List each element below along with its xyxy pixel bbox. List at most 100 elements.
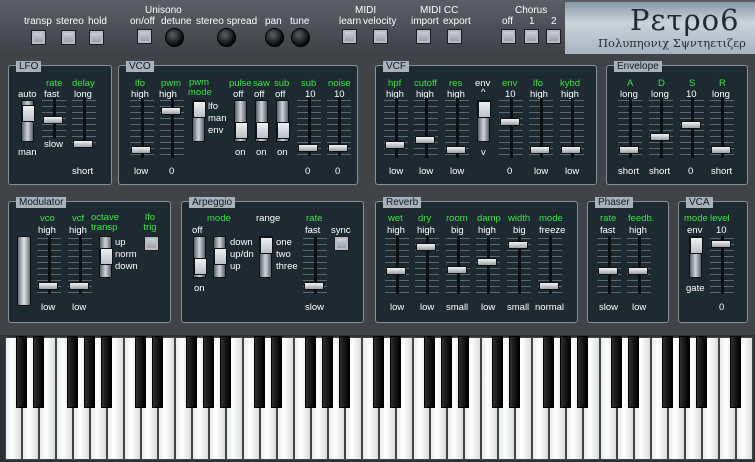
arp-slow-label: slow <box>305 302 325 313</box>
vco-pwm-slider[interactable] <box>161 107 181 115</box>
mod-vcf-slider[interactable] <box>69 281 89 290</box>
octave-down-label: down <box>115 261 138 272</box>
vcf-env-slider[interactable] <box>500 118 520 126</box>
black-key[interactable] <box>611 336 622 408</box>
vca-level-slider[interactable] <box>711 239 731 248</box>
vca-mode-switch[interactable] <box>689 236 703 278</box>
black-key[interactable] <box>101 336 112 408</box>
rev-room-slider[interactable] <box>447 265 467 274</box>
midi-velocity-button[interactable] <box>373 29 388 44</box>
black-key[interactable] <box>424 336 435 408</box>
arp-range-switch[interactable] <box>259 236 273 278</box>
phaser-rate-slider[interactable] <box>598 267 618 276</box>
vco-lfo-slider[interactable] <box>131 145 151 154</box>
black-key[interactable] <box>696 336 707 408</box>
black-key[interactable] <box>577 336 588 408</box>
arp-mode-switch[interactable] <box>213 236 227 278</box>
chorus-off-button[interactable] <box>501 29 516 44</box>
black-key[interactable] <box>730 336 741 408</box>
lfo-delay-slider[interactable] <box>73 140 93 149</box>
vco-pwm-mode-switch[interactable] <box>192 100 206 142</box>
rev-width-slider[interactable] <box>508 240 528 249</box>
rev-damp-slider[interactable] <box>477 257 497 266</box>
env-decay-slider[interactable] <box>650 133 670 141</box>
black-key[interactable] <box>509 336 520 408</box>
arp-fast-label: fast <box>305 225 321 236</box>
black-key[interactable] <box>271 336 282 408</box>
black-key[interactable] <box>441 336 452 408</box>
black-key[interactable] <box>560 336 571 408</box>
pan-knob[interactable] <box>265 28 284 47</box>
vca-ten-label: 10 <box>716 225 727 236</box>
logo-subtitle: Πολυπηονιχ Σψντηετιζερ <box>598 36 746 50</box>
vcf-cutoff-slider[interactable] <box>415 135 435 144</box>
vco-pulse-label: pulse <box>229 78 252 89</box>
black-key[interactable] <box>373 336 384 408</box>
arp-rate-slider[interactable] <box>304 281 324 290</box>
black-key[interactable] <box>16 336 27 408</box>
vcf-kybd-low-label: low <box>565 166 580 177</box>
vcf-env-polarity-switch[interactable] <box>477 100 491 142</box>
black-key[interactable] <box>543 336 554 408</box>
black-key[interactable] <box>220 336 231 408</box>
black-key[interactable] <box>322 336 333 408</box>
octave-transp-switch[interactable] <box>99 236 113 278</box>
black-key[interactable] <box>84 336 95 408</box>
midi-learn-button[interactable] <box>342 29 357 44</box>
export-button[interactable] <box>447 29 462 44</box>
rev-dry-slider[interactable] <box>416 243 436 252</box>
black-key[interactable] <box>203 336 214 408</box>
env-attack-slider[interactable] <box>619 145 639 154</box>
black-key[interactable] <box>662 336 673 408</box>
lfo-mode-switch[interactable] <box>21 100 35 142</box>
vco-noise-slider[interactable] <box>328 143 348 152</box>
black-key[interactable] <box>305 336 316 408</box>
vcf-kybd-slider[interactable] <box>561 145 581 154</box>
black-key[interactable] <box>254 336 265 408</box>
detune-knob[interactable] <box>165 28 184 47</box>
vco-sub2-zero-label: 0 <box>305 166 311 177</box>
stereo-spread-knob[interactable] <box>217 28 236 47</box>
vcf-res-slider[interactable] <box>446 145 466 154</box>
black-key[interactable] <box>67 336 78 408</box>
black-key[interactable] <box>152 336 163 408</box>
phaser-feedb-slider[interactable] <box>628 267 648 276</box>
tune-knob[interactable] <box>291 28 310 47</box>
pitch-wheel[interactable] <box>17 236 31 306</box>
vco-saw-on-label: on <box>256 147 267 158</box>
vco-saw-switch[interactable] <box>255 100 269 142</box>
lfo-rate-slider[interactable] <box>43 115 63 124</box>
lfo-trig-button[interactable] <box>144 236 159 251</box>
mod-vco-slider[interactable] <box>38 281 58 290</box>
black-key[interactable] <box>33 336 44 408</box>
vcf-lfo-slider[interactable] <box>530 145 550 154</box>
black-key[interactable] <box>390 336 401 408</box>
env-sustain-slider[interactable] <box>681 120 701 129</box>
arp-down-label: down <box>230 237 253 248</box>
black-key[interactable] <box>492 336 503 408</box>
unisono-onoff-button[interactable] <box>137 29 152 44</box>
rev-mode-slider[interactable] <box>539 281 559 290</box>
arp-onoff-switch[interactable] <box>193 236 207 278</box>
transp-button[interactable] <box>31 30 46 45</box>
black-key[interactable] <box>186 336 197 408</box>
rev-wet-slider[interactable] <box>386 267 406 276</box>
chorus-1-button[interactable] <box>524 29 539 44</box>
import-button[interactable] <box>416 29 431 44</box>
chorus-2-button[interactable] <box>546 29 561 44</box>
hold-button[interactable] <box>89 30 104 45</box>
arp-sync-button[interactable] <box>334 236 349 251</box>
black-key[interactable] <box>458 336 469 408</box>
black-key[interactable] <box>628 336 639 408</box>
vco-sub1-switch[interactable] <box>276 100 290 142</box>
black-key[interactable] <box>135 336 146 408</box>
rev-dry-low-label: low <box>420 302 435 313</box>
stereo-button[interactable] <box>61 30 76 45</box>
black-key[interactable] <box>679 336 690 408</box>
vcf-lfo-high-label: high <box>530 89 548 100</box>
vco-pulse-switch[interactable] <box>234 100 248 142</box>
env-release-slider[interactable] <box>711 145 731 154</box>
black-key[interactable] <box>339 336 350 408</box>
vcf-hpf-slider[interactable] <box>385 140 405 149</box>
vco-sub2-slider[interactable] <box>298 143 318 152</box>
